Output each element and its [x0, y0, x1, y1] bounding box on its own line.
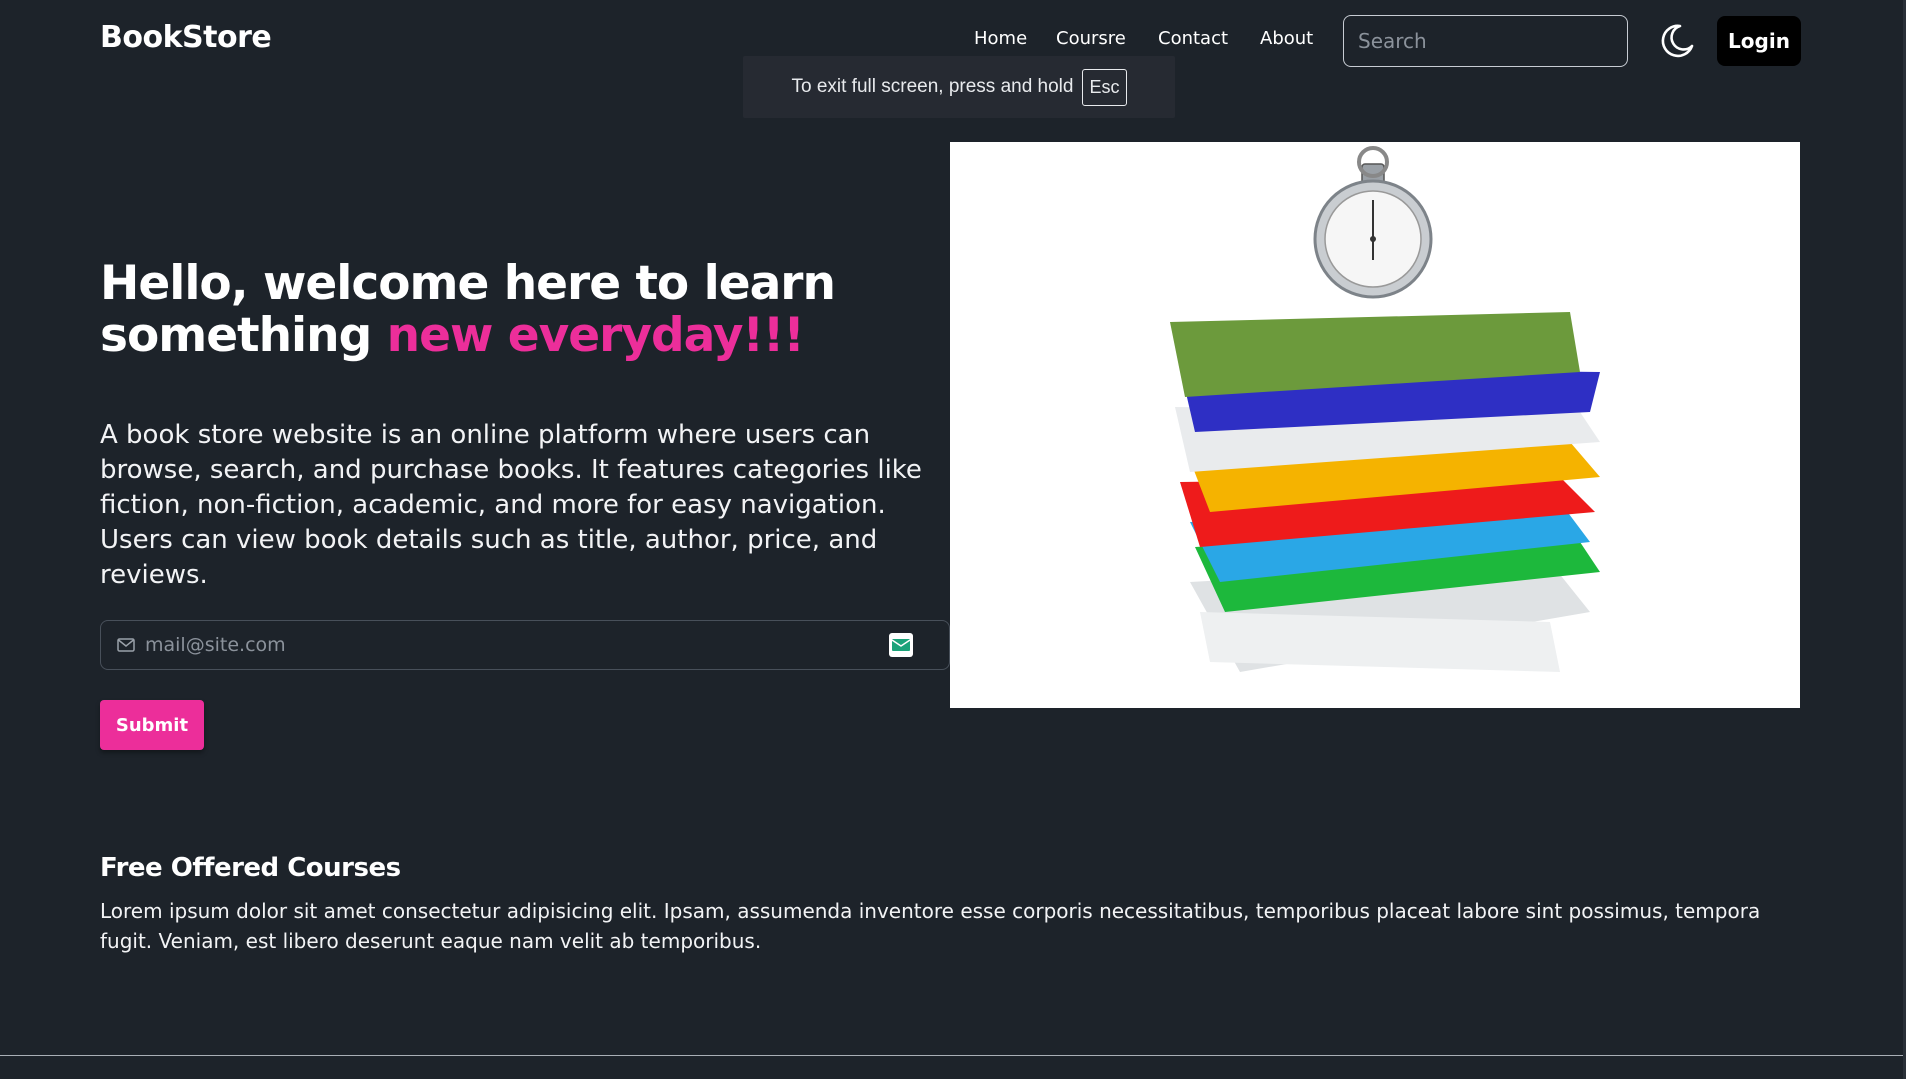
hero-description: A book store website is an online platfo…	[100, 420, 922, 590]
submit-button[interactable]: Submit	[100, 700, 204, 750]
courses-title: Free Offered Courses	[100, 853, 401, 883]
mail-icon	[117, 638, 135, 652]
login-button[interactable]: Login	[1717, 16, 1801, 66]
hero-title: Hello, welcome here to learn something n…	[100, 258, 860, 362]
nav-link-home[interactable]: Home	[974, 28, 1027, 49]
fullscreen-exit-toast: To exit full screen, press and hold Esc	[743, 56, 1175, 118]
email-field[interactable]	[100, 620, 950, 670]
moon-icon	[1661, 24, 1694, 58]
esc-key-badge: Esc	[1082, 68, 1127, 106]
stopwatch-icon	[1313, 146, 1433, 299]
brand-logo[interactable]: BookStore	[100, 20, 272, 55]
books-stack-icon	[1170, 146, 1600, 672]
fullscreen-toast-message: To exit full screen, press and hold	[791, 76, 1074, 97]
theme-toggle-button[interactable]	[1658, 20, 1698, 60]
hero-title-accent: new everyday!!!	[386, 308, 805, 363]
search-input[interactable]	[1343, 15, 1628, 67]
courses-description: Lorem ipsum dolor sit amet consectetur a…	[100, 899, 1761, 953]
nav-link-contact[interactable]: Contact	[1158, 28, 1228, 49]
nav-link-about[interactable]: About	[1260, 28, 1313, 49]
email-input[interactable]	[145, 634, 889, 656]
email-extension-icon[interactable]	[889, 633, 913, 657]
nav-link-course[interactable]: Coursre	[1056, 28, 1126, 49]
page: BookStore Home Coursre Contact About Log…	[0, 0, 1906, 1079]
envelope-icon	[891, 639, 911, 651]
footer-divider	[0, 1055, 1906, 1056]
hero-image	[950, 142, 1800, 708]
